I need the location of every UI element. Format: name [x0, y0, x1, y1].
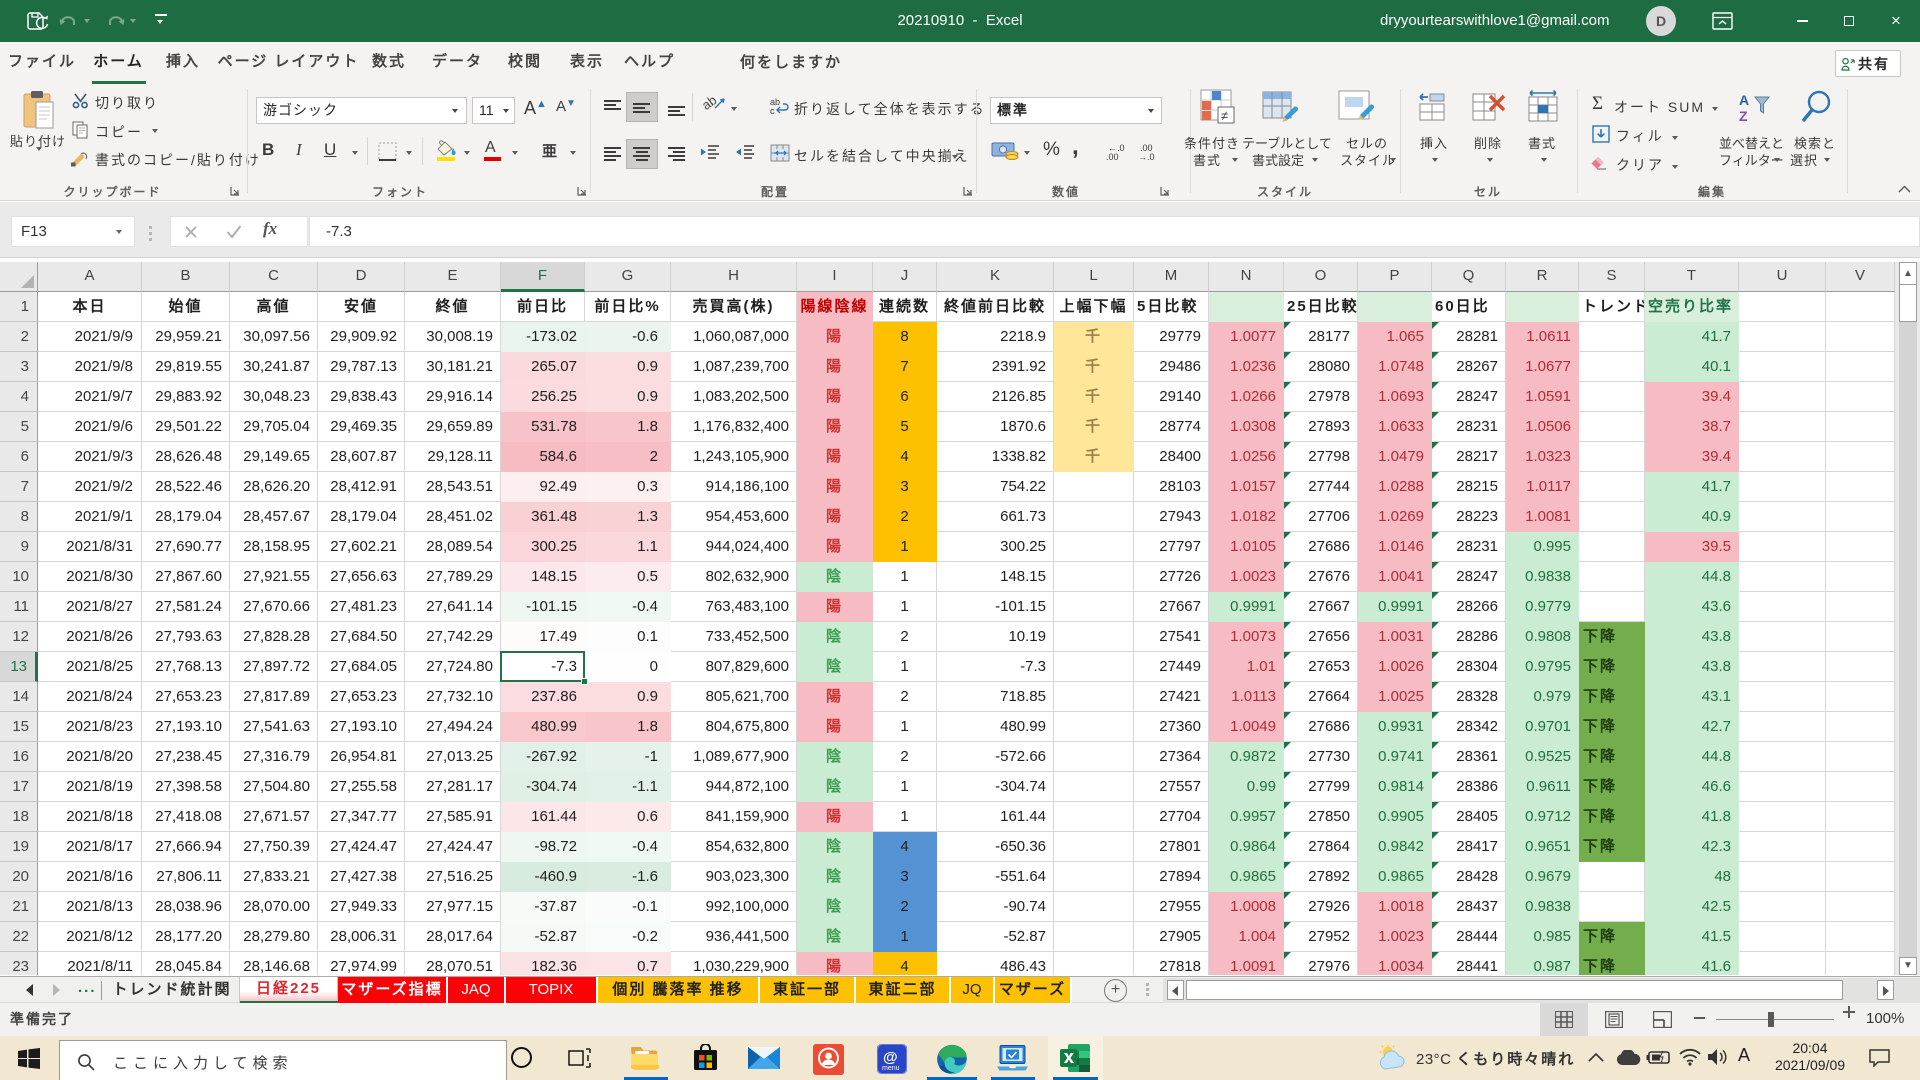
svg-text:menu: menu — [882, 1065, 900, 1072]
svg-text:Z: Z — [1739, 108, 1748, 124]
svg-text:.00: .00 — [1106, 152, 1119, 160]
svg-text:→.0: →.0 — [1138, 152, 1155, 160]
svg-text:@: @ — [883, 1049, 898, 1066]
svg-text:c: c — [770, 106, 775, 115]
svg-text:A: A — [1739, 92, 1749, 108]
svg-text:≠: ≠ — [1221, 108, 1228, 123]
